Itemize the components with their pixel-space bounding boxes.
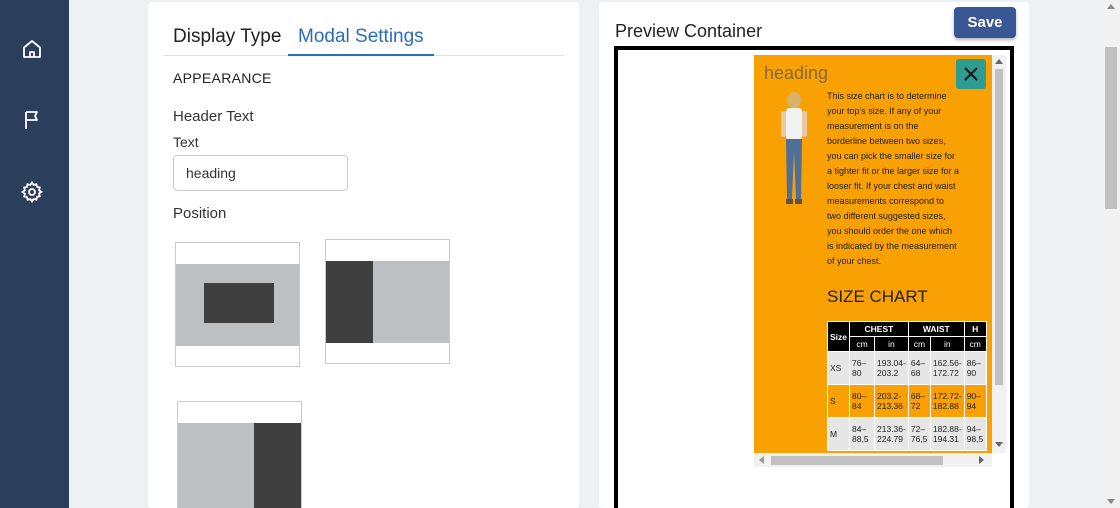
description-line: measurement is on the: [827, 121, 919, 131]
page-scroll-up-icon[interactable]: [1107, 4, 1115, 9]
table-cell: 72–76,5: [907, 417, 931, 451]
table-cell-size: XS: [826, 351, 851, 385]
table-cell: 182.88-194.31: [929, 417, 965, 451]
table-header-chest: CHEST: [849, 321, 909, 337]
table-cell: 172.72-182.88: [929, 384, 965, 418]
table-row: M 84–88,5 213.36-224.79 72–76,5 182.88-1…: [826, 417, 987, 451]
tab-display-type[interactable]: Display Type: [163, 24, 291, 56]
sidebar: [0, 0, 69, 508]
table-cell: 80–84: [849, 384, 876, 418]
scroll-right-arrow-icon[interactable]: [979, 456, 984, 464]
preview-frame: heading This size chart is to determine …: [614, 46, 1014, 508]
description-line: of your chest.: [827, 256, 882, 266]
tab-modal-settings[interactable]: Modal Settings: [288, 24, 434, 56]
table-header-hips: H: [963, 321, 987, 337]
position-option-center[interactable]: [175, 242, 300, 367]
table-cell: 162.56-172.72: [929, 351, 965, 385]
table-cell: 64–68: [907, 351, 931, 385]
position-preview-modal: [204, 283, 274, 323]
modal-vertical-scrollbar[interactable]: [992, 55, 1006, 453]
size-description: This size chart is to determine your top…: [827, 89, 977, 269]
description-line: a tighter fit or the larger size for a: [827, 166, 960, 176]
table-cell: 94–98,5: [963, 417, 987, 451]
table-cell: 76–80: [849, 351, 876, 385]
table-unit-header: in: [929, 336, 965, 352]
table-cell: 90–94: [963, 384, 987, 418]
scroll-up-arrow-icon[interactable]: [995, 59, 1003, 64]
description-line: This size chart is to determine: [827, 91, 947, 101]
scroll-left-arrow-icon[interactable]: [759, 456, 764, 464]
modal-horizontal-scrollbar[interactable]: [754, 453, 992, 467]
table-cell: 193.04-203.2: [874, 351, 909, 385]
header-text-title: Header Text: [173, 108, 254, 125]
page-scroll-thumb[interactable]: [1105, 47, 1117, 209]
description-line: is indicated by the measurement: [827, 241, 957, 251]
table-unit-header: cm: [907, 336, 931, 352]
preview-modal: heading This size chart is to determine …: [754, 55, 992, 453]
table-cell: 213.36-224.79: [874, 417, 909, 451]
table-header-size: Size: [826, 321, 851, 352]
tab-bar: Display Type Modal Settings: [163, 20, 564, 56]
position-option-left[interactable]: [325, 239, 450, 364]
position-option-right[interactable]: [177, 401, 302, 508]
description-line: looser fit. If your chest and waist: [827, 181, 956, 191]
table-cell-size: S: [826, 384, 851, 418]
description-line: you should order the one which: [827, 226, 953, 236]
close-button[interactable]: [956, 59, 986, 89]
table-unit-header: cm: [963, 336, 987, 352]
table-cell: 203.2-213.36: [874, 384, 909, 418]
description-line: you can pick the smaller size for: [827, 151, 956, 161]
table-row: S 80–84 203.2-213.36 68–72 172.72-182.88…: [826, 384, 987, 418]
modal-heading: heading: [764, 63, 829, 83]
text-field-label: Text: [173, 134, 199, 150]
table-row: XS 76–80 193.04-203.2 64–68 162.56-172.7…: [826, 351, 987, 385]
header-text-input[interactable]: [173, 155, 348, 191]
size-chart-title: SIZE CHART: [827, 287, 928, 306]
save-button[interactable]: Save: [954, 7, 1016, 38]
model-image: [781, 92, 807, 204]
position-preview-modal: [326, 261, 373, 343]
page-scroll-down-icon[interactable]: [1107, 499, 1115, 504]
settings-panel: Display Type Modal Settings APPEARANCE H…: [148, 2, 579, 508]
table-unit-header: in: [874, 336, 909, 352]
close-icon: [964, 67, 978, 81]
vertical-scroll-thumb[interactable]: [995, 69, 1003, 385]
position-preview-modal: [254, 423, 301, 508]
table-cell: 68–72: [907, 384, 931, 418]
table-unit-header: cm: [849, 336, 876, 352]
flag-icon[interactable]: [20, 108, 44, 132]
horizontal-scroll-thumb[interactable]: [771, 456, 943, 465]
table-cell-size: M: [826, 417, 851, 451]
preview-panel: Preview Container Save heading This size…: [599, 2, 1029, 508]
appearance-section-title: APPEARANCE: [173, 70, 272, 86]
table-header-waist: WAIST: [907, 321, 965, 337]
table-cell: 86–90: [963, 351, 987, 385]
description-line: measurements correspond to: [827, 196, 945, 206]
table-cell: 84–88,5: [849, 417, 876, 451]
gear-icon[interactable]: [20, 180, 44, 204]
description-line: borderline between two sizes,: [827, 136, 946, 146]
preview-container-title: Preview Container: [615, 21, 763, 41]
scroll-down-arrow-icon[interactable]: [995, 442, 1003, 447]
description-line: your top's size. If any of your: [827, 106, 942, 116]
size-chart-table: Size CHEST WAIST H cm in cm in cm XS 76–…: [826, 321, 987, 451]
position-label: Position: [173, 205, 227, 222]
description-line: two different suggested sizes,: [827, 211, 946, 221]
home-icon[interactable]: [20, 37, 44, 61]
page-scrollbar[interactable]: [1103, 0, 1120, 508]
